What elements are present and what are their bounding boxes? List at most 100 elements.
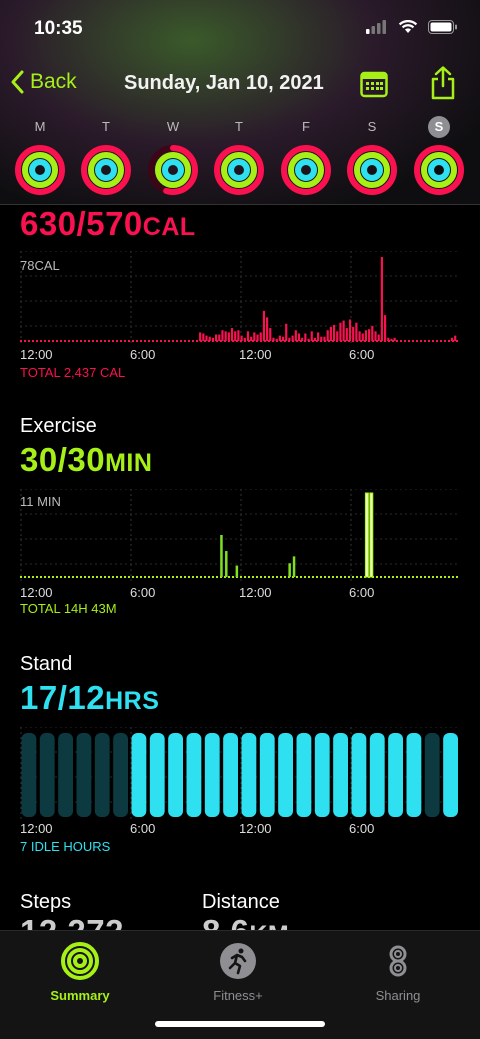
- exercise-bar: [292, 556, 296, 577]
- move-bar: [339, 322, 342, 341]
- activity-rings-icon: [148, 145, 198, 195]
- distance-title: Distance: [202, 891, 280, 913]
- move-bar: [368, 329, 371, 341]
- move-bar: [202, 333, 205, 341]
- stand-bar: [369, 733, 385, 817]
- activity-rings-icon: [414, 145, 464, 195]
- move-bar: [336, 331, 339, 341]
- day-monday[interactable]: M: [12, 116, 68, 196]
- ring-progress: [361, 159, 383, 181]
- activity-rings-icon: [214, 145, 264, 195]
- move-bar: [208, 336, 211, 341]
- move-bar: [294, 330, 297, 341]
- exercise-bar: [220, 535, 223, 577]
- exercise-bar: [288, 563, 291, 577]
- status-bar: 10:35: [0, 0, 480, 60]
- day-friday[interactable]: F: [278, 116, 334, 196]
- exercise-bar: [225, 551, 228, 577]
- stand-bar: [278, 733, 293, 817]
- day-letter: W: [166, 119, 180, 134]
- day-letter: F: [302, 119, 310, 134]
- x-tick: 6:00: [349, 821, 375, 836]
- move-bar: [227, 332, 230, 341]
- stand-bar: [76, 733, 92, 817]
- stand-title: Stand: [20, 653, 73, 675]
- move-bar: [383, 315, 387, 341]
- day-letter: M: [34, 119, 46, 134]
- stand-bar: [259, 733, 275, 817]
- move-bar: [281, 336, 285, 341]
- share-button[interactable]: [430, 66, 456, 105]
- move-bar: [301, 337, 304, 341]
- move-bar: [256, 334, 259, 341]
- stand-bar: [351, 733, 367, 817]
- move-bar: [272, 337, 275, 341]
- stand-bar: [333, 733, 348, 817]
- move-bar: [243, 337, 246, 341]
- tab-fitness-plus[interactable]: Fitness+: [178, 941, 298, 1003]
- move-bar: [317, 332, 320, 341]
- move-bar: [323, 336, 326, 341]
- move-bar: [377, 334, 380, 341]
- day-tuesday[interactable]: T: [78, 116, 134, 196]
- move-bar: [348, 319, 352, 341]
- status-time: 10:35: [34, 18, 83, 39]
- stand-bar: [406, 733, 422, 817]
- tab-summary-label: Summary: [50, 988, 110, 1003]
- move-bar: [275, 338, 278, 341]
- chevron-left-icon: [11, 70, 24, 94]
- move-bar: [199, 332, 202, 341]
- move-bar: [230, 328, 234, 341]
- share-icon: [431, 66, 455, 100]
- move-total: TOTAL 2,437 CAL: [20, 365, 126, 380]
- move-bar: [259, 332, 262, 341]
- day-letter: T: [102, 119, 110, 134]
- move-bar: [253, 332, 256, 341]
- x-tick: 6:00: [130, 585, 156, 600]
- x-tick: 6:00: [130, 347, 156, 362]
- move-bar: [269, 328, 272, 341]
- x-tick: 12:00: [239, 821, 272, 836]
- calendar-button[interactable]: [360, 70, 388, 103]
- exercise-chart: 11 MIN 12:00 6:00 12:00 6:00 TOTAL 14H 4…: [20, 488, 462, 619]
- stand-bar: [443, 733, 458, 817]
- back-label: Back: [30, 70, 77, 93]
- move-bar: [313, 337, 317, 341]
- move-bar: [329, 327, 332, 341]
- x-tick: 6:00: [349, 347, 375, 362]
- stand-bar: [186, 733, 202, 817]
- activity-rings-icon: [15, 145, 65, 195]
- day-saturday[interactable]: S: [344, 116, 400, 196]
- stand-bar: [131, 733, 147, 817]
- move-value: 630/570CAL: [20, 205, 196, 242]
- tab-sharing-label: Sharing: [375, 988, 421, 1003]
- tab-fitness-label: Fitness+: [213, 988, 263, 1003]
- exercise-bar: [364, 492, 369, 578]
- tab-summary[interactable]: Summary: [20, 941, 140, 1003]
- day-sunday[interactable]: S: [411, 116, 467, 196]
- x-tick: 12:00: [239, 585, 272, 600]
- move-bar: [326, 330, 329, 341]
- x-tick: 12:00: [239, 347, 272, 362]
- move-bar: [342, 320, 345, 341]
- tab-sharing[interactable]: Sharing: [338, 941, 458, 1003]
- move-bar: [262, 310, 266, 341]
- exercise-max-label: 11 MIN: [20, 494, 61, 509]
- stand-bar: [223, 733, 238, 817]
- move-bar: [364, 330, 368, 341]
- move-bar: [345, 328, 348, 341]
- activity-rings-icon: [81, 145, 131, 195]
- move-bar: [352, 327, 355, 341]
- stand-bars: [20, 726, 462, 821]
- back-button[interactable]: Back: [10, 70, 77, 94]
- x-tick: 12:00: [20, 347, 53, 362]
- stand-bar: [204, 733, 220, 817]
- move-bar: [371, 325, 374, 341]
- day-wednesday[interactable]: W: [145, 116, 201, 196]
- ring-progress: [228, 159, 250, 181]
- battery-icon: [428, 20, 457, 34]
- stand-bar: [21, 733, 37, 817]
- move-bar: [307, 338, 310, 341]
- day-thursday[interactable]: T: [211, 116, 267, 196]
- stand-chart: 12:00 6:00 12:00 6:00 7 IDLE HOURS: [20, 726, 462, 857]
